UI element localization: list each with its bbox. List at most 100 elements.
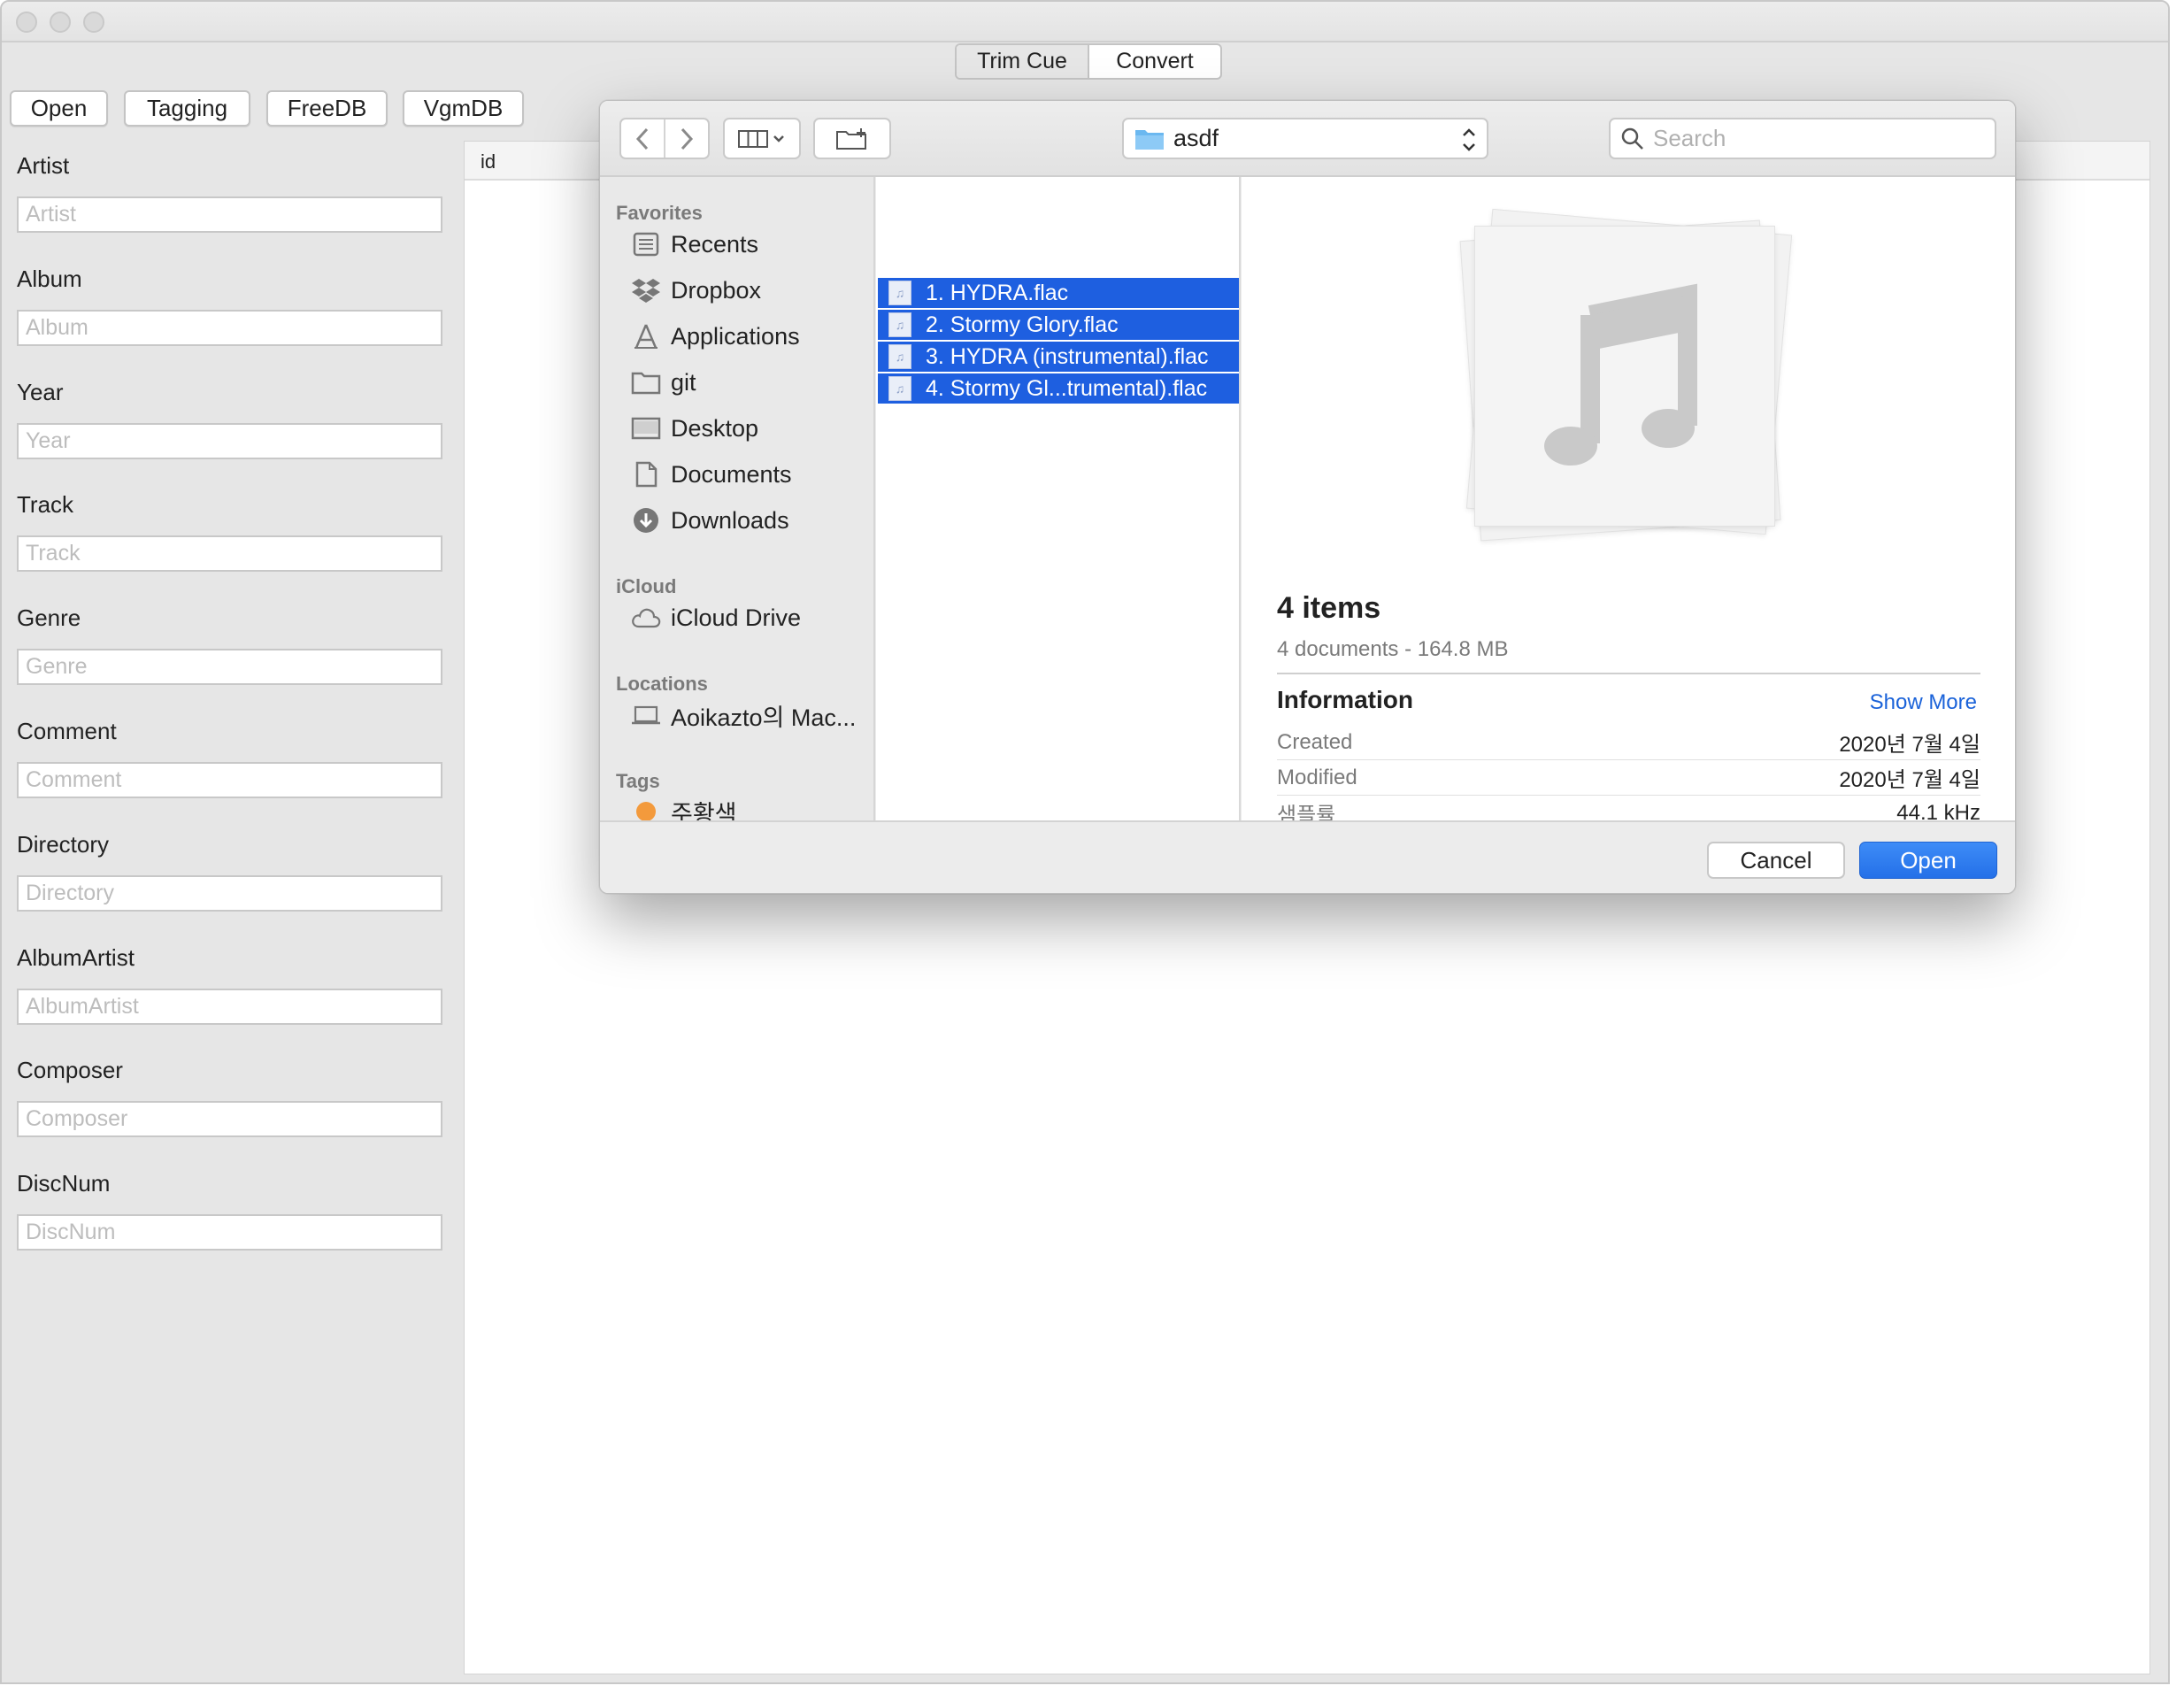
info-key: Modified xyxy=(1277,765,1357,789)
year-label: Year xyxy=(17,379,64,405)
new-folder-icon xyxy=(836,127,866,150)
applications-icon xyxy=(630,320,662,352)
icloud-header: iCloud xyxy=(616,575,677,597)
file-row-1[interactable]: ♫ 1. HYDRA.flac xyxy=(878,278,1239,308)
folder-icon xyxy=(1135,129,1164,150)
directory-input[interactable] xyxy=(17,875,442,912)
information-heading: Information xyxy=(1277,686,1413,713)
sidebar-item-desktop[interactable]: Desktop xyxy=(630,411,758,446)
sidebar-item-label: Documents xyxy=(671,460,792,488)
chevron-right-icon xyxy=(681,127,694,150)
open-dialog-button[interactable]: Open xyxy=(1859,842,1997,879)
tab-trim-cue[interactable]: Trim Cue xyxy=(957,45,1089,78)
file-row-3[interactable]: ♫ 3. HYDRA (instrumental).flac xyxy=(878,342,1239,372)
freedb-button[interactable]: FreeDB xyxy=(266,90,388,127)
comment-input[interactable] xyxy=(17,762,442,798)
documents-icon xyxy=(630,458,662,490)
sidebar-item-icloud-drive[interactable]: iCloud Drive xyxy=(630,600,801,635)
info-row-sample-rate: 샘플률 44.1 kHz xyxy=(1277,796,1980,821)
track-label: Track xyxy=(17,491,74,518)
albumartist-label: AlbumArtist xyxy=(17,944,135,971)
laptop-icon xyxy=(630,699,662,731)
desktop-icon xyxy=(630,412,662,444)
dialog-toolbar: asdf xyxy=(600,101,2015,177)
artist-label: Artist xyxy=(17,152,70,179)
sidebar-item-dropbox[interactable]: Dropbox xyxy=(630,273,761,308)
sidebar-item-tag-orange[interactable]: 주황색 xyxy=(630,794,737,820)
preview-subtitle: 4 documents - 164.8 MB xyxy=(1277,637,1509,661)
tags-header: Tags xyxy=(616,770,660,792)
info-key: Created xyxy=(1277,729,1353,754)
genre-input[interactable] xyxy=(17,649,442,685)
composer-input[interactable] xyxy=(17,1101,442,1137)
preview-title: 4 items xyxy=(1277,591,1381,625)
chevron-left-icon xyxy=(635,127,649,150)
preview-pane: 4 items 4 documents - 164.8 MB Informati… xyxy=(1242,177,2015,821)
sidebar-item-git[interactable]: git xyxy=(630,365,696,400)
search-input[interactable] xyxy=(1653,125,1972,152)
close-window-button[interactable] xyxy=(16,12,37,33)
sidebar-item-documents[interactable]: Documents xyxy=(630,457,792,492)
info-value: 2020년 7월 4일 xyxy=(1839,768,1980,792)
info-value: 44.1 kHz xyxy=(1896,800,1980,821)
divider xyxy=(1277,673,1980,674)
sidebar-item-downloads[interactable]: Downloads xyxy=(630,503,789,538)
recents-icon xyxy=(630,228,662,260)
mode-segmented-control: Trim Cue Convert xyxy=(955,43,1222,80)
discnum-label: DiscNum xyxy=(17,1170,111,1197)
view-mode-button[interactable] xyxy=(723,118,801,159)
search-field[interactable] xyxy=(1609,118,1996,159)
tab-convert[interactable]: Convert xyxy=(1089,45,1220,78)
downloads-icon xyxy=(630,504,662,536)
vgmdb-button[interactable]: VgmDB xyxy=(403,90,524,127)
sidebar-item-mac[interactable]: Aoikazto의 Mac... xyxy=(630,697,856,733)
up-down-chevron-icon xyxy=(1463,128,1475,151)
sidebar-item-applications[interactable]: Applications xyxy=(630,319,800,354)
forward-button[interactable] xyxy=(665,119,708,158)
tag-dot-icon xyxy=(630,796,662,820)
new-folder-button[interactable] xyxy=(813,118,891,159)
columns-view-icon xyxy=(738,129,784,148)
open-file-dialog: asdf Favorites Recents Dropbo xyxy=(599,100,2016,894)
file-row-2[interactable]: ♫ 2. Stormy Glory.flac xyxy=(878,310,1239,340)
year-input[interactable] xyxy=(17,423,442,459)
file-row-4[interactable]: ♫ 4. Stormy Gl...trumental).flac xyxy=(878,373,1239,404)
zoom-window-button[interactable] xyxy=(83,12,104,33)
sidebar-item-label: Downloads xyxy=(671,506,789,534)
info-row-modified: Modified 2020년 7월 4일 xyxy=(1277,760,1980,796)
info-key: 샘플률 xyxy=(1277,804,1336,820)
albumartist-input[interactable] xyxy=(17,989,442,1025)
back-button[interactable] xyxy=(621,119,665,158)
sidebar-item-label: Applications xyxy=(671,322,800,350)
album-input[interactable] xyxy=(17,310,442,346)
sidebar-item-label: Aoikazto의 Mac... xyxy=(671,704,857,731)
favorites-header: Favorites xyxy=(616,202,703,224)
back-forward-control xyxy=(619,118,710,159)
tagging-button[interactable]: Tagging xyxy=(124,90,250,127)
current-folder-name: asdf xyxy=(1173,125,1219,151)
audio-file-icon: ♫ xyxy=(888,281,911,305)
file-name: 1. HYDRA.flac xyxy=(926,280,1069,305)
info-row-created: Created 2020년 7월 4일 xyxy=(1277,725,1980,760)
sidebar-item-label: git xyxy=(671,368,696,396)
genre-label: Genre xyxy=(17,604,81,631)
sidebar-item-label: Dropbox xyxy=(671,276,762,304)
artist-input[interactable] xyxy=(17,196,442,233)
cancel-button[interactable]: Cancel xyxy=(1707,842,1845,879)
discnum-input[interactable] xyxy=(17,1214,442,1251)
file-list[interactable]: ♫ 1. HYDRA.flac ♫ 2. Stormy Glory.flac ♫… xyxy=(876,177,1241,820)
sidebar-item-label: 주황색 xyxy=(671,800,737,821)
sidebar-item-label: Desktop xyxy=(671,414,759,442)
sidebar-item-label: iCloud Drive xyxy=(671,604,802,631)
audio-file-icon: ♫ xyxy=(888,376,911,401)
show-more-link[interactable]: Show More xyxy=(1870,690,1977,715)
file-name: 3. HYDRA (instrumental).flac xyxy=(926,343,1209,369)
track-input[interactable] xyxy=(17,535,442,572)
open-button[interactable]: Open xyxy=(10,90,108,127)
dropbox-icon xyxy=(630,274,662,306)
composer-label: Composer xyxy=(17,1057,123,1083)
folder-path-popup[interactable]: asdf xyxy=(1122,118,1488,159)
minimize-window-button[interactable] xyxy=(50,12,71,33)
info-value: 2020년 7월 4일 xyxy=(1839,733,1980,757)
sidebar-item-recents[interactable]: Recents xyxy=(630,227,758,262)
